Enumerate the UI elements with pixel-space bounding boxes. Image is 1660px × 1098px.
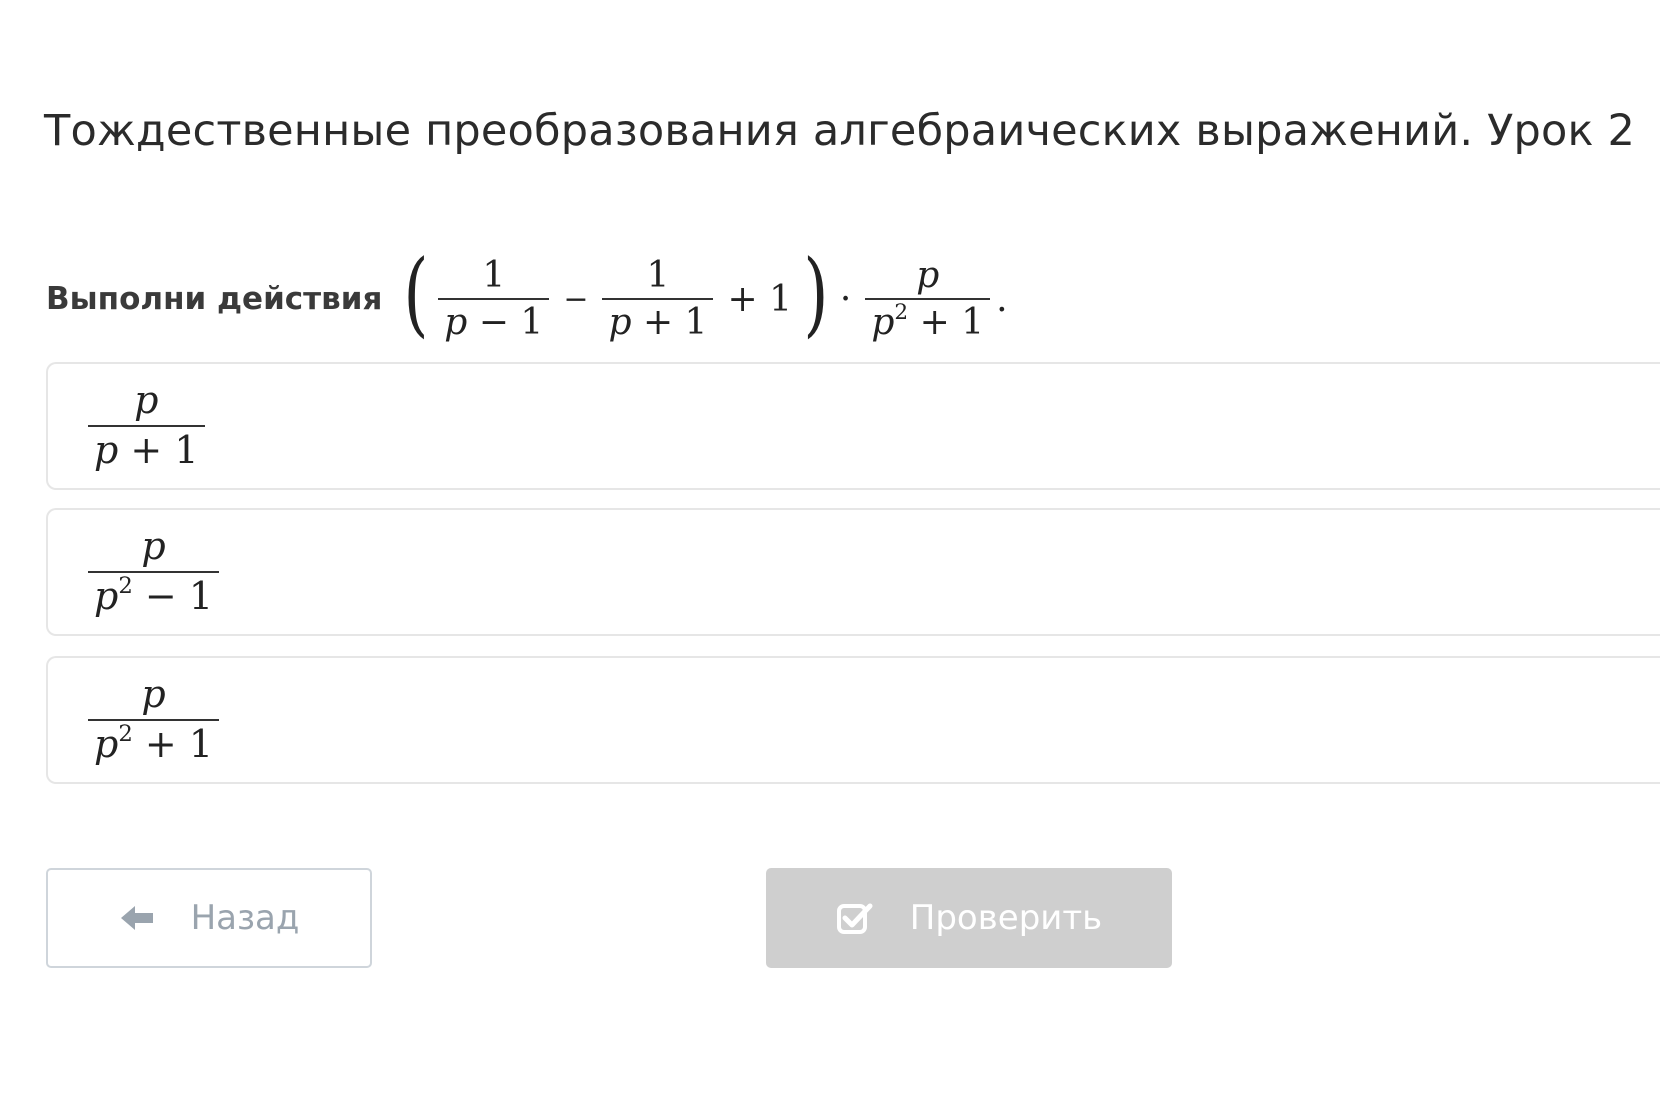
variable-p: p: [444, 302, 468, 343]
option-2-fraction: p p2 − 1: [88, 524, 220, 619]
period: .: [996, 278, 1008, 320]
fraction-3-denominator: p2 + 1: [865, 300, 990, 343]
question-expression: ( 1 p − 1 − 1 p + 1 + 1 ) · p p2 + 1 .: [400, 248, 1008, 344]
option-1-expression: p p + 1: [82, 379, 211, 472]
denominator-rest: + 1: [132, 722, 214, 766]
variable-p: p: [94, 428, 119, 472]
page-title: Тождественные преобразования алгебраичес…: [44, 106, 1636, 156]
answer-option-2[interactable]: p p2 − 1: [46, 508, 1660, 636]
question: Выполни действия ( 1 p − 1 − 1 p + 1 + 1…: [46, 240, 1008, 358]
open-paren: (: [403, 240, 429, 347]
check-button[interactable]: Проверить: [766, 868, 1172, 968]
fraction-1-denominator: p − 1: [438, 300, 549, 343]
checkbox-check-icon: [836, 901, 874, 935]
option-1-numerator: p: [134, 378, 159, 423]
denominator-rest: − 1: [132, 574, 214, 618]
denominator-rest: + 1: [908, 302, 985, 343]
multiply-dot: ·: [839, 278, 852, 320]
back-button[interactable]: Назад: [46, 868, 372, 968]
exponent: 2: [118, 721, 133, 748]
option-3-denominator: p2 + 1: [88, 721, 219, 767]
minus-sign: −: [563, 281, 589, 317]
variable-p: p: [94, 722, 119, 766]
answer-option-3[interactable]: p p2 + 1: [46, 656, 1660, 784]
variable-p: p: [871, 302, 895, 343]
back-button-label: Назад: [190, 898, 300, 938]
option-2-numerator: p: [141, 524, 166, 569]
fraction-2: 1 p + 1: [602, 254, 714, 344]
denominator-rest: + 1: [118, 428, 199, 472]
option-1-fraction: p p + 1: [88, 379, 205, 472]
exponent: 2: [118, 573, 133, 600]
fraction-3-numerator: p: [916, 254, 940, 296]
fraction-3: p p2 + 1: [865, 254, 991, 344]
option-3-expression: p p2 + 1: [82, 673, 225, 766]
option-2-denominator: p2 − 1: [88, 573, 219, 619]
answer-option-1[interactable]: p p + 1: [46, 362, 1660, 490]
denominator-rest: − 1: [467, 302, 544, 343]
variable-p: p: [94, 574, 119, 618]
fraction-1-numerator: 1: [482, 254, 506, 296]
plus-one: + 1: [727, 278, 792, 320]
fraction-2-numerator: 1: [646, 254, 670, 296]
option-1-denominator: p + 1: [88, 427, 205, 473]
option-2-expression: p p2 − 1: [82, 525, 225, 618]
check-button-label: Проверить: [909, 898, 1103, 938]
option-3-fraction: p p2 + 1: [88, 672, 220, 767]
arrow-left-icon: [119, 903, 155, 933]
exponent: 2: [894, 299, 909, 325]
denominator-rest: + 1: [631, 302, 708, 343]
fraction-2-denominator: p + 1: [602, 300, 713, 343]
close-paren: ): [803, 240, 829, 347]
fraction-1: 1 p − 1: [438, 254, 550, 344]
option-3-numerator: p: [141, 672, 166, 717]
question-label: Выполни действия: [46, 281, 383, 317]
variable-p: p: [608, 302, 632, 343]
